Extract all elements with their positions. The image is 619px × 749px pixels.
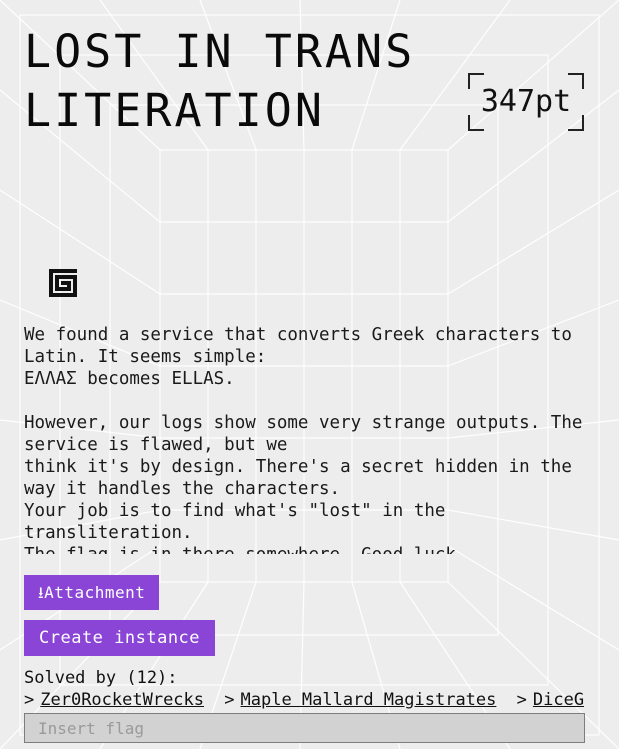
- description-line: However, our logs show some very strange…: [24, 413, 593, 455]
- bracket-corner: [468, 73, 484, 89]
- description-line: [24, 390, 594, 412]
- challenge-title: LOST IN TRANSLITERATION: [24, 25, 416, 137]
- description-line: Your job is to find what's "lost" in the…: [24, 501, 456, 543]
- points-badge: 347pt: [468, 73, 584, 131]
- bracket-corner: [568, 73, 584, 89]
- solved-by-heading: Solved by (12):: [24, 668, 178, 688]
- bracket-corner: [468, 115, 484, 131]
- solver-item: > Maple Mallard Magistrates: [224, 690, 506, 710]
- solver-item: > Zer0RocketWrecks: [24, 690, 214, 710]
- solvers-list: > Zer0RocketWrecks > Maple Mallard Magistr…: [24, 689, 584, 713]
- solver-item: > DiceGang: [517, 690, 584, 710]
- attachment-button[interactable]: ⭳Attachment: [24, 575, 160, 610]
- spiral-icon: [49, 269, 77, 297]
- arrow-right-icon: >: [516, 690, 527, 710]
- solver-team-link[interactable]: DiceGang: [533, 690, 584, 710]
- challenge-panel: LOST IN TRANSLITERATION 347pt We found a…: [0, 0, 619, 749]
- description-line: ΕΛΛΑΣ becomes ELLAS.: [24, 369, 235, 389]
- challenge-description: We found a service that converts Greek c…: [24, 324, 594, 554]
- description-line: The flag is in there somewhere. Good luc…: [24, 544, 594, 554]
- create-instance-button[interactable]: Create instance: [24, 620, 216, 656]
- arrow-right-icon: >: [24, 690, 35, 710]
- arrow-right-icon: >: [224, 690, 235, 710]
- solver-team-link[interactable]: Zer0RocketWrecks: [40, 690, 204, 710]
- solver-team-link[interactable]: Maple Mallard Magistrates: [241, 690, 497, 710]
- description-line: think it's by design. There's a secret h…: [24, 457, 583, 499]
- points-value: 347pt: [480, 84, 572, 119]
- description-line: We found a service that converts Greek c…: [24, 325, 583, 367]
- bracket-corner: [568, 115, 584, 131]
- flag-input[interactable]: [24, 713, 585, 743]
